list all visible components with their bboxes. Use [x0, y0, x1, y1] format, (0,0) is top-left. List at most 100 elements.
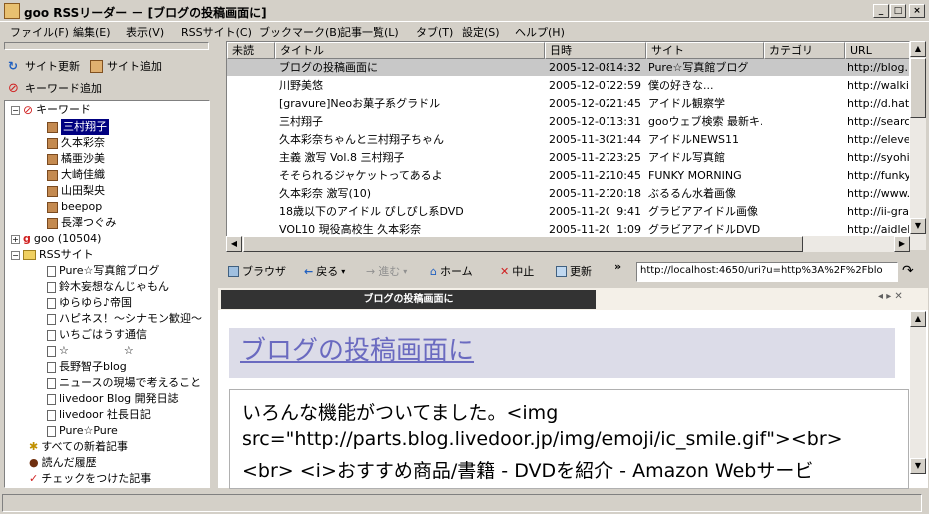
table-row[interactable]: 久本彩奈ちゃんと三村翔子ちゃん 2005-11-30 21:44 アイドルNEWS11… — [227, 131, 909, 148]
tree-label: キーワード — [36, 103, 92, 116]
column-date[interactable]: 日時 — [545, 42, 646, 59]
tree-rss-item[interactable]: Pure☆写真館ブログ — [47, 263, 159, 279]
menu-edit[interactable]: 編集(E) — [73, 24, 111, 40]
tree-keyword-item[interactable]: 三村翔子 — [47, 119, 109, 135]
tree-rss-item[interactable]: ☆ ☆ — [47, 343, 134, 359]
table-row[interactable]: 久本彩奈 激写(10) 2005-11-21 20:18 ぶるるん水着画像 http:/… — [227, 185, 909, 202]
article-list[interactable]: 未読 タイトル 日時 サイト カテゴリ URL ブログの投稿画面に 2005-12… — [226, 41, 910, 250]
home-button[interactable]: ⌂ ホーム — [430, 263, 473, 279]
collapse-icon[interactable]: − — [11, 105, 20, 115]
refresh-sites-button[interactable]: ↻ サイト更新 — [8, 58, 80, 74]
table-row[interactable]: [gravure]Neoお菓子系グラドル 2005-12-02 21:45 アイドル観… — [227, 95, 909, 112]
tree-rss-item[interactable]: livedoor 社長日記 — [47, 407, 151, 423]
go-icon[interactable]: ↷ — [902, 263, 914, 279]
tab-active[interactable]: ブログの投稿画面に — [221, 290, 596, 309]
browser-vertical-scrollbar[interactable]: ▲ ▼ — [910, 311, 926, 474]
scroll-down-icon[interactable]: ▼ — [910, 218, 926, 234]
scroll-right-icon[interactable]: ▶ — [894, 236, 910, 252]
column-url[interactable]: URL — [845, 42, 909, 59]
site-tree[interactable]: − ⊘ キーワード 三村翔子 久本彩奈 橘亜沙美 大崎佳織 山田梨央 beepo… — [4, 100, 210, 488]
tree-history[interactable]: ● 読んだ履歴 — [29, 455, 97, 471]
minimize-button[interactable]: _ — [873, 4, 889, 18]
column-unread[interactable]: 未読 — [227, 42, 275, 59]
scroll-up-icon[interactable]: ▲ — [910, 311, 926, 327]
table-row[interactable]: 三村翔子 2005-12-01 13:31 gooウェブ検索 最新キ... http:/… — [227, 113, 909, 130]
tree-keyword-item[interactable]: 山田梨央 — [47, 183, 105, 199]
scroll-thumb[interactable] — [243, 236, 803, 252]
cell-site: アイドル写真館 — [648, 151, 725, 164]
scroll-thumb[interactable] — [910, 58, 926, 118]
page-icon — [47, 281, 56, 293]
tree-rss-item[interactable]: いちごはうす通信 — [47, 327, 147, 343]
maximize-button[interactable]: □ — [890, 4, 906, 18]
column-title[interactable]: タイトル — [275, 42, 545, 59]
menu-article-list[interactable]: 記事一覧(L) — [340, 24, 399, 40]
table-row[interactable]: 主義 激写 Vol.8 三村翔子 2005-11-27 23:25 アイドル写真館 ht… — [227, 149, 909, 166]
expand-icon[interactable]: + — [11, 234, 20, 244]
menu-tab[interactable]: タブ(T) — [416, 24, 453, 40]
keyword-folder-icon — [47, 153, 58, 165]
column-site[interactable]: サイト — [646, 42, 764, 59]
tree-label: 長野智子blog — [59, 360, 127, 373]
list-vertical-scrollbar[interactable]: ▲ ▼ — [910, 41, 926, 250]
menu-bookmark[interactable]: ブックマーク(B) — [259, 24, 341, 40]
tree-rss-root[interactable]: − RSSサイト — [11, 247, 94, 263]
menu-rss-site[interactable]: RSSサイト(C) — [181, 24, 252, 40]
tree-rss-item[interactable]: ゆらゆら♪帝国 — [47, 295, 132, 311]
tree-rss-item[interactable]: ハピネス！～シナモン歓迎～ — [47, 311, 202, 327]
forward-button[interactable]: → 進む ▾ — [366, 263, 407, 279]
tree-checked[interactable]: ✓ チェックをつけた記事 — [29, 471, 151, 487]
table-row[interactable]: 18歳以下のアイドル ぴしぴし系DVD 2005-11-20 9:41 グラビアアイド… — [227, 203, 909, 220]
menu-view[interactable]: 表示(V) — [126, 24, 164, 40]
keyword-icon: ⊘ — [8, 80, 19, 96]
cell-time: 20:18 — [609, 187, 641, 200]
back-button[interactable]: ← 戻る ▾ — [304, 263, 345, 279]
browser-toggle-button[interactable]: ブラウザ — [228, 263, 286, 279]
tree-label: ハピネス！～シナモン歓迎～ — [59, 312, 202, 325]
refresh-button[interactable]: 更新 — [556, 263, 592, 279]
add-keyword-label: キーワード追加 — [25, 82, 102, 95]
scroll-up-icon[interactable]: ▲ — [910, 41, 926, 57]
stop-icon: ✕ — [500, 264, 510, 278]
tree-goo[interactable]: + g goo (10504) — [11, 231, 101, 247]
column-category[interactable]: カテゴリ — [764, 42, 845, 59]
add-keyword-button[interactable]: ⊘ キーワード追加 — [8, 80, 102, 96]
tree-label: livedoor Blog 開発日誌 — [59, 392, 179, 405]
dropdown-icon[interactable]: ▾ — [341, 267, 345, 276]
menu-help[interactable]: ヘルプ(H) — [515, 24, 565, 40]
scroll-down-icon[interactable]: ▼ — [910, 458, 926, 474]
url-input[interactable]: http://localhost:4650/uri?u=http%3A%2F%2… — [636, 262, 898, 282]
tree-all-new[interactable]: ✱ すべての新着記事 — [29, 439, 128, 455]
tab-nav-icons[interactable]: ◂ ▸ ✕ — [878, 291, 903, 302]
tree-rss-item[interactable]: Pure☆Pure — [47, 423, 118, 439]
toolbar-overflow-button[interactable]: » — [614, 260, 621, 273]
tree-keyword-item[interactable]: 大崎佳織 — [47, 167, 105, 183]
tree-keyword-item[interactable]: 橘亜沙美 — [47, 151, 105, 167]
scroll-left-icon[interactable]: ◀ — [226, 236, 242, 252]
tree-rss-item[interactable]: livedoor Blog 開発日誌 — [47, 391, 179, 407]
menu-file[interactable]: ファイル(F) — [10, 24, 69, 40]
table-row[interactable]: そそられるジャケットってあるよ 2005-11-22 10:45 FUNKY MORN… — [227, 167, 909, 184]
refresh-icon — [556, 265, 567, 277]
tree-rss-item[interactable]: ニュースの現場で考えること — [47, 375, 201, 391]
table-row[interactable]: ブログの投稿画面に 2005-12-08 14:32 Pure☆写真館ブログ http:… — [227, 59, 909, 76]
tree-rss-item[interactable]: 長野智子blog — [47, 359, 127, 375]
close-button[interactable]: × — [909, 4, 925, 18]
table-row[interactable]: 川野美悠 2005-12-07 22:59 僕の好きな... http://walkin — [227, 77, 909, 94]
keyword-folder-icon — [47, 201, 58, 213]
keyword-folder-icon — [47, 217, 58, 229]
add-site-button[interactable]: サイト追加 — [90, 58, 162, 74]
tree-label: goo (10504) — [33, 232, 102, 245]
collapse-icon[interactable]: − — [11, 250, 20, 260]
tree-keyword-item[interactable]: beepop — [47, 199, 102, 215]
cell-site: FUNKY MORNING — [648, 169, 742, 182]
menu-settings[interactable]: 設定(S) — [462, 24, 500, 40]
tree-rss-item[interactable]: 鈴木妄想なんじゃもん — [47, 279, 169, 295]
stop-button[interactable]: ✕ 中止 — [500, 263, 534, 279]
tree-keyword-root[interactable]: − ⊘ キーワード — [11, 102, 91, 118]
list-horizontal-scrollbar[interactable]: ◀ ▶ — [226, 236, 910, 252]
page-title-link[interactable]: ブログの投稿画面に — [240, 330, 474, 367]
tree-keyword-item[interactable]: 長澤つぐみ — [47, 215, 116, 231]
tree-keyword-item[interactable]: 久本彩奈 — [47, 135, 105, 151]
dropdown-icon[interactable]: ▾ — [403, 267, 407, 276]
